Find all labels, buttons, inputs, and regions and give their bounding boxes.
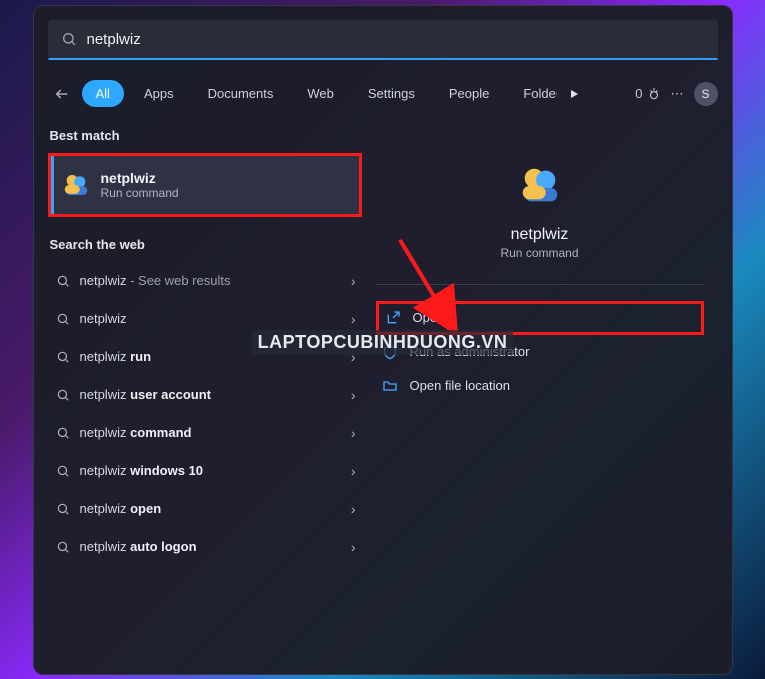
web-result-bold: command xyxy=(130,425,191,440)
folder-icon xyxy=(382,378,398,394)
shield-icon xyxy=(382,344,398,360)
action-open-file-location-label: Open file location xyxy=(410,378,510,393)
action-open-label: Open xyxy=(413,310,445,325)
search-bar[interactable] xyxy=(48,20,718,60)
best-match-title: netplwiz xyxy=(101,170,179,186)
filter-tab-row: All Apps Documents Web Settings People F… xyxy=(48,80,718,108)
preview-column: netplwiz Run command Open Run as adminis… xyxy=(362,122,718,662)
web-result-prefix: netplwiz xyxy=(80,501,131,516)
search-icon xyxy=(50,502,70,516)
more-button[interactable]: ⋯ xyxy=(671,86,684,102)
web-result-item[interactable]: netplwiz open › xyxy=(48,490,362,528)
search-web-label: Search the web xyxy=(48,231,362,262)
rewards-count: 0 xyxy=(635,86,642,101)
web-result-hint: - See web results xyxy=(126,273,230,288)
avatar-initial: S xyxy=(701,87,709,101)
chevron-right-icon: › xyxy=(351,539,356,555)
chevron-right-icon: › xyxy=(351,463,356,479)
web-result-prefix: netplwiz xyxy=(80,273,127,288)
search-icon xyxy=(50,464,70,478)
tabs-overflow-button[interactable] xyxy=(563,83,585,105)
users-icon xyxy=(61,170,91,200)
search-icon xyxy=(50,388,70,402)
rewards-indicator[interactable]: 0 xyxy=(635,86,660,101)
tab-folders[interactable]: Folders xyxy=(509,80,557,107)
action-open[interactable]: Open xyxy=(376,301,704,335)
search-icon xyxy=(50,426,70,440)
web-result-prefix: netplwiz xyxy=(80,311,127,326)
web-result-prefix: netplwiz xyxy=(80,425,131,440)
web-result-item[interactable]: netplwiz - See web results › xyxy=(48,262,362,300)
chevron-right-icon: › xyxy=(351,311,356,327)
tab-all[interactable]: All xyxy=(82,80,124,107)
web-result-prefix: netplwiz xyxy=(80,463,131,478)
open-icon xyxy=(385,310,401,326)
web-result-prefix: netplwiz xyxy=(80,349,131,364)
best-match-result[interactable]: netplwiz Run command xyxy=(48,153,362,217)
chevron-right-icon: › xyxy=(351,501,356,517)
search-icon xyxy=(50,350,70,364)
web-result-item[interactable]: netplwiz command › xyxy=(48,414,362,452)
users-icon xyxy=(517,122,563,208)
web-results-list: netplwiz - See web results › netplwiz › … xyxy=(48,262,362,566)
web-result-bold: auto logon xyxy=(130,539,196,554)
preview-title: netplwiz xyxy=(511,226,569,244)
search-icon xyxy=(50,274,70,288)
chevron-right-icon: › xyxy=(351,273,356,289)
chevron-right-icon: › xyxy=(351,349,356,365)
web-result-item[interactable]: netplwiz auto logon › xyxy=(48,528,362,566)
tab-settings[interactable]: Settings xyxy=(354,80,429,107)
web-result-bold: windows 10 xyxy=(130,463,203,478)
search-icon xyxy=(61,31,77,47)
web-result-prefix: netplwiz xyxy=(80,387,131,402)
web-result-item[interactable]: netplwiz run › xyxy=(48,338,362,376)
rewards-icon xyxy=(647,87,661,101)
chevron-right-icon: › xyxy=(351,387,356,403)
back-button[interactable] xyxy=(48,80,76,108)
best-match-label: Best match xyxy=(48,122,362,153)
tab-web[interactable]: Web xyxy=(293,80,348,107)
search-panel: All Apps Documents Web Settings People F… xyxy=(33,5,733,675)
web-result-item[interactable]: netplwiz user account › xyxy=(48,376,362,414)
search-input[interactable] xyxy=(87,31,705,48)
web-result-bold: open xyxy=(130,501,161,516)
search-icon xyxy=(50,540,70,554)
web-result-bold: user account xyxy=(130,387,211,402)
web-result-bold: run xyxy=(130,349,151,364)
divider xyxy=(376,284,704,285)
web-result-prefix: netplwiz xyxy=(80,539,131,554)
web-result-item[interactable]: netplwiz › xyxy=(48,300,362,338)
chevron-right-icon: › xyxy=(351,425,356,441)
action-open-file-location[interactable]: Open file location xyxy=(376,369,704,403)
action-run-as-admin-label: Run as administrator xyxy=(410,344,530,359)
preview-subtitle: Run command xyxy=(500,246,578,260)
search-icon xyxy=(50,312,70,326)
best-match-subtitle: Run command xyxy=(101,186,179,200)
results-column: Best match netplwiz Run command Search t… xyxy=(48,122,362,662)
tab-apps[interactable]: Apps xyxy=(130,80,188,107)
tab-people[interactable]: People xyxy=(435,80,503,107)
web-result-item[interactable]: netplwiz windows 10 › xyxy=(48,452,362,490)
account-avatar[interactable]: S xyxy=(694,82,718,106)
tab-documents[interactable]: Documents xyxy=(194,80,288,107)
action-run-as-admin[interactable]: Run as administrator xyxy=(376,335,704,369)
